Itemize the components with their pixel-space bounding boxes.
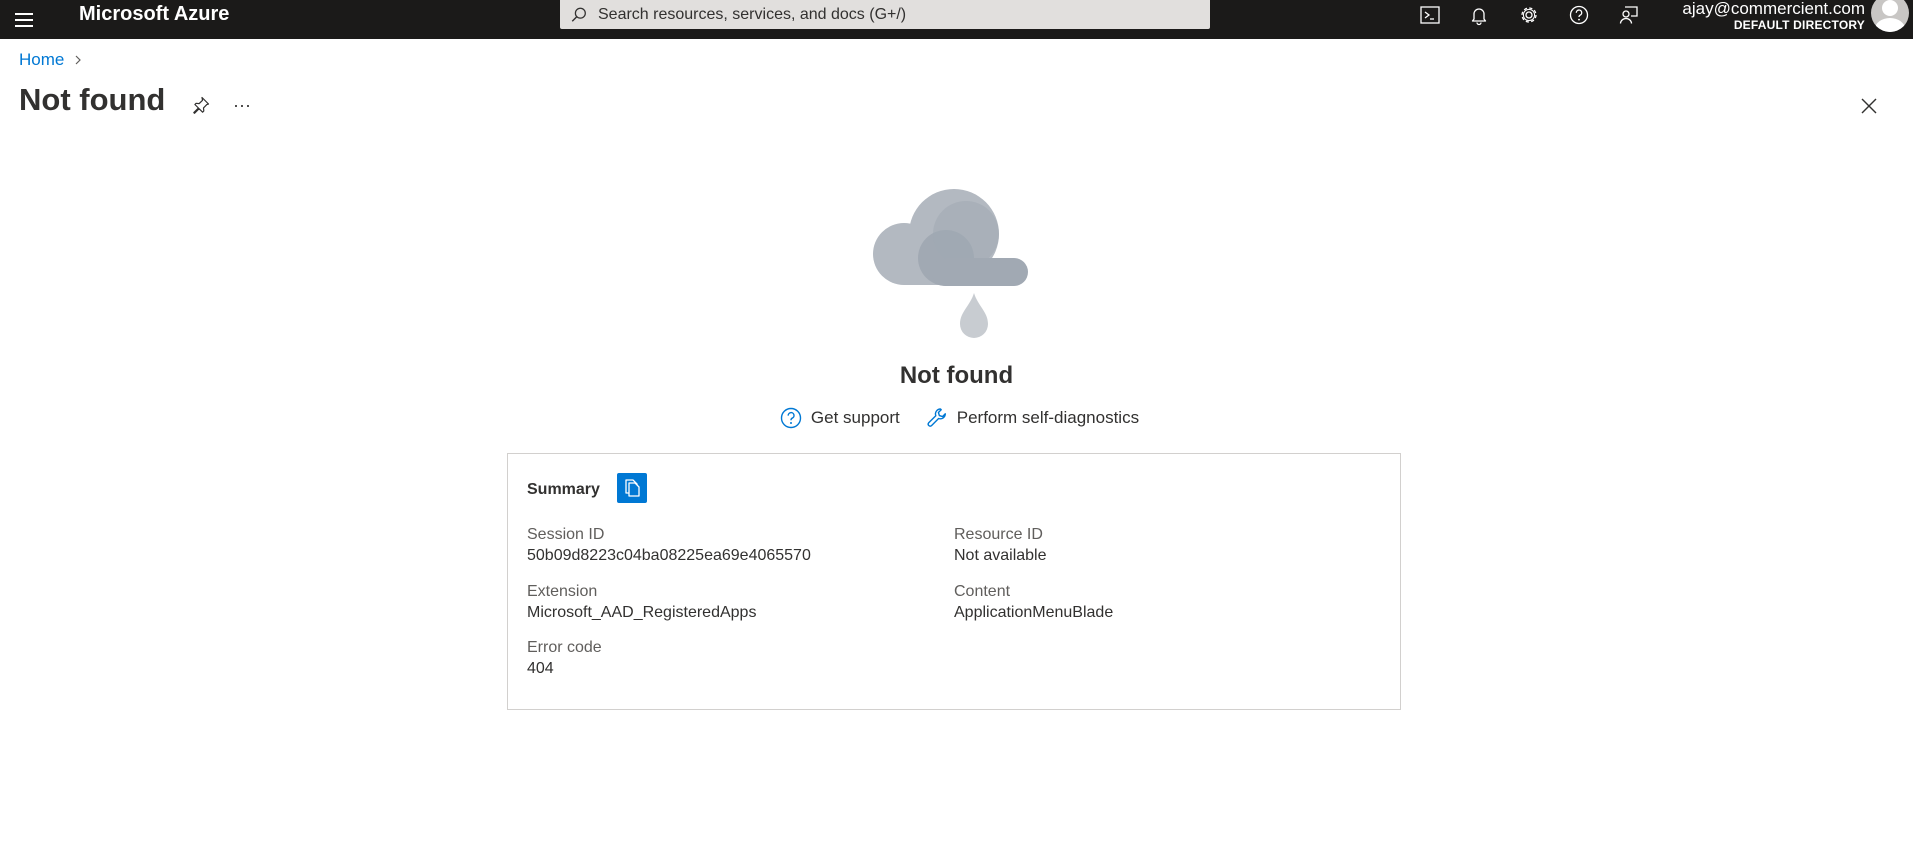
- get-support-label: Get support: [810, 408, 900, 427]
- chevron-right-icon: [75, 55, 82, 65]
- self-diagnostics-link[interactable]: Perform self-diagnostics: [925, 406, 1139, 430]
- feedback-button[interactable]: [1614, 2, 1644, 28]
- help-circle-icon: [780, 407, 802, 429]
- copy-icon: [625, 479, 640, 497]
- avatar[interactable]: [1871, 0, 1909, 32]
- self-diagnostics-label: Perform self-diagnostics: [956, 408, 1140, 427]
- help-button[interactable]: [1564, 2, 1594, 28]
- close-icon: [1861, 98, 1877, 114]
- error-heading: Not found: [899, 362, 1014, 389]
- extension-value: Microsoft_AAD_RegisteredApps: [527, 604, 757, 621]
- feedback-icon: [1619, 6, 1638, 24]
- portal-menu-icon[interactable]: [12, 8, 36, 32]
- account-email: ajay@commercient.com: [1682, 0, 1865, 18]
- error-code-value: 404: [527, 660, 554, 677]
- error-code-field: Error code 404: [527, 638, 602, 680]
- help-icon: [1569, 5, 1589, 25]
- extension-field: Extension Microsoft_AAD_RegisteredApps: [527, 582, 756, 624]
- breadcrumb-home-link[interactable]: Home: [19, 50, 64, 70]
- breadcrumb: Home: [19, 50, 84, 70]
- summary-title: Summary: [527, 481, 600, 498]
- content-value: ApplicationMenuBlade: [954, 604, 1114, 621]
- session-id-label: Session ID: [527, 526, 605, 543]
- pin-icon: [193, 96, 210, 114]
- rain-cloud-icon: [873, 189, 1028, 338]
- content-field: Content ApplicationMenuBlade: [954, 582, 1113, 624]
- get-support-link[interactable]: Get support: [779, 406, 900, 430]
- search-icon: [571, 7, 586, 22]
- cloud-shell-button[interactable]: [1415, 2, 1445, 28]
- wrench-icon: [927, 408, 946, 427]
- resource-id-label: Resource ID: [954, 526, 1043, 543]
- resource-id-field: Resource ID Not available: [954, 525, 1047, 567]
- copy-button[interactable]: [617, 473, 647, 503]
- error-code-label: Error code: [527, 639, 602, 656]
- session-id-value: 50b09d8223c04ba08225ea69e4065570: [527, 547, 811, 564]
- pin-button[interactable]: [188, 92, 214, 118]
- error-actions: Get support Perform self-diagnostics: [0, 406, 1913, 430]
- search-input[interactable]: [596, 4, 1196, 25]
- notifications-button[interactable]: [1464, 2, 1494, 28]
- settings-button[interactable]: [1514, 2, 1544, 28]
- extension-label: Extension: [527, 583, 598, 600]
- account-directory: DEFAULT DIRECTORY: [1733, 18, 1865, 32]
- page-title: Not found: [19, 82, 166, 117]
- content-label: Content: [954, 583, 1011, 600]
- bell-icon: [1471, 8, 1487, 26]
- summary-card: Summary Session ID 50b09d8223c04ba08225e…: [507, 453, 1401, 710]
- cloud-shell-icon: [1420, 6, 1440, 24]
- resource-id-value: Not available: [954, 547, 1047, 564]
- brand-title[interactable]: Microsoft Azure: [79, 0, 229, 29]
- gear-icon: [1521, 7, 1537, 23]
- global-search[interactable]: [560, 0, 1210, 29]
- top-bar: Microsoft Azure Search resources, servic…: [0, 0, 1913, 39]
- more-options-button[interactable]: ···: [229, 92, 255, 118]
- close-button[interactable]: [1855, 92, 1883, 120]
- session-id-field: Session ID 50b09d8223c04ba08225ea69e4065…: [527, 525, 811, 567]
- account-menu[interactable]: ajay@commercient.com DEFAULT DIRECTORY: [1682, 0, 1865, 33]
